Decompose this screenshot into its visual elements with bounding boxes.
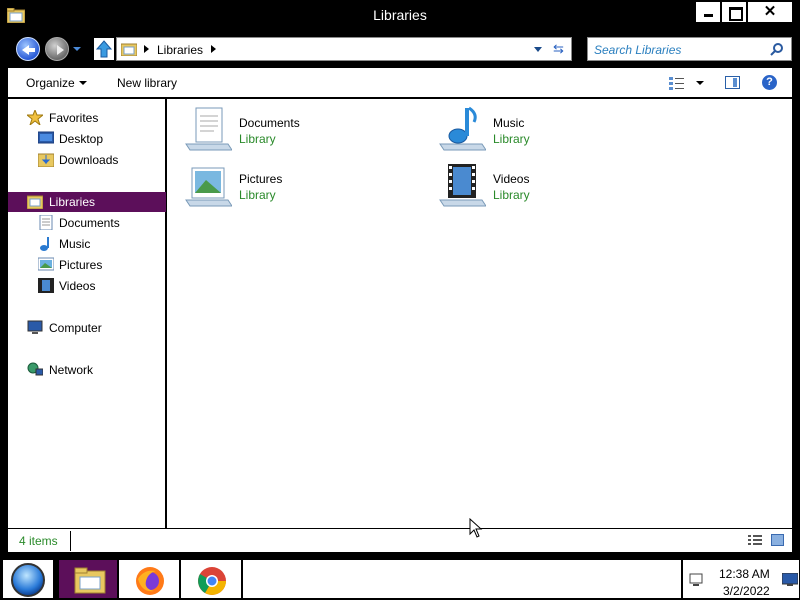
- chrome-icon: [198, 567, 226, 595]
- breadcrumb-libraries[interactable]: Libraries: [157, 43, 203, 57]
- nav-music[interactable]: Music: [8, 234, 166, 254]
- videos-library-icon: [439, 164, 486, 207]
- documents-library-icon: [185, 107, 232, 151]
- taskbar: 12:38 AM 3/2/2022: [0, 557, 800, 600]
- forward-button[interactable]: [45, 37, 69, 61]
- nav-videos[interactable]: Videos: [8, 276, 166, 296]
- videos-icon: [38, 278, 54, 293]
- file-explorer-icon: [74, 567, 106, 594]
- nav-documents-label: Documents: [59, 216, 120, 230]
- address-dropdown-icon[interactable]: [534, 47, 542, 52]
- item-count: 4 items: [19, 534, 58, 548]
- nav-libraries[interactable]: Libraries: [8, 192, 166, 212]
- close-icon: ✕: [763, 3, 777, 20]
- nav-pictures-label: Pictures: [59, 258, 103, 272]
- library-tile-videos[interactable]: Videos Library: [438, 162, 678, 214]
- view-options-dropdown-icon[interactable]: [696, 81, 704, 85]
- nav-favorites[interactable]: Favorites: [8, 108, 166, 128]
- search-icon[interactable]: [770, 42, 784, 56]
- change-view-icon[interactable]: [669, 76, 685, 90]
- nav-downloads-label: Downloads: [59, 153, 119, 167]
- nav-network[interactable]: Network: [8, 360, 166, 380]
- close-button[interactable]: ✕: [748, 2, 792, 22]
- address-bar[interactable]: Libraries ⇆: [116, 37, 572, 61]
- pictures-icon: [38, 257, 54, 271]
- nav-desktop[interactable]: Desktop: [8, 129, 166, 149]
- status-bar: 4 items: [8, 528, 792, 552]
- preview-pane-button[interactable]: [725, 76, 740, 89]
- minimize-button[interactable]: [696, 2, 720, 22]
- nav-libraries-label: Libraries: [49, 195, 96, 209]
- breadcrumb-chevron-icon[interactable]: [211, 45, 216, 53]
- back-button[interactable]: [16, 37, 40, 61]
- library-tile-documents[interactable]: Documents Library: [184, 106, 424, 158]
- start-button[interactable]: [2, 559, 54, 599]
- large-icons-view-icon[interactable]: [771, 534, 784, 546]
- star-icon: [27, 110, 43, 125]
- desktop-icon: [38, 131, 54, 144]
- chevron-down-icon[interactable]: [79, 81, 87, 85]
- nav-videos-label: Videos: [59, 279, 96, 293]
- windows-logo-icon: [11, 563, 45, 597]
- music-library-icon: [439, 106, 486, 151]
- command-bar: Organize New library ?: [8, 68, 792, 98]
- up-button[interactable]: [93, 37, 115, 61]
- music-icon: [40, 237, 49, 251]
- nav-music-label: Music: [59, 237, 91, 251]
- recent-locations-dropdown[interactable]: [73, 47, 81, 51]
- search-input[interactable]: Search Libraries: [587, 37, 792, 61]
- nav-desktop-label: Desktop: [59, 132, 104, 146]
- organize-button[interactable]: Organize: [26, 76, 75, 90]
- taskbar-firefox[interactable]: [118, 559, 180, 599]
- library-name: Videos: [493, 172, 530, 186]
- up-arrow-icon: [95, 40, 113, 58]
- library-type: Library: [239, 188, 276, 202]
- taskbar-file-explorer[interactable]: [58, 559, 118, 599]
- new-library-button[interactable]: New library: [117, 76, 177, 90]
- nav-favorites-label: Favorites: [49, 111, 99, 125]
- nav-computer[interactable]: Computer: [8, 318, 166, 338]
- clock-time[interactable]: 12:38 AM: [719, 567, 770, 581]
- nav-downloads[interactable]: Downloads: [8, 150, 166, 170]
- downloads-icon: [38, 153, 54, 167]
- firefox-icon: [136, 567, 164, 595]
- libraries-folder-icon: [121, 43, 137, 56]
- show-desktop-icon[interactable]: [782, 573, 798, 586]
- system-tray: 12:38 AM 3/2/2022: [682, 559, 800, 599]
- navigation-pane: Favorites Desktop Downloads Libraries Do…: [8, 99, 166, 528]
- library-tile-pictures[interactable]: Pictures Library: [184, 162, 424, 214]
- taskbar-empty-area: [242, 559, 682, 599]
- status-divider: [70, 531, 71, 551]
- breadcrumb-chevron-icon[interactable]: [144, 45, 149, 53]
- network-tray-icon[interactable]: [688, 573, 704, 587]
- help-icon[interactable]: ?: [762, 75, 777, 90]
- nav-pictures[interactable]: Pictures: [8, 255, 166, 275]
- clock-date[interactable]: 3/2/2022: [723, 584, 770, 598]
- library-type: Library: [493, 188, 530, 202]
- library-name: Documents: [239, 116, 300, 130]
- libraries-icon: [27, 195, 43, 209]
- library-name: Pictures: [239, 172, 283, 186]
- pictures-library-icon: [185, 167, 232, 207]
- library-tile-music[interactable]: Music Library: [438, 106, 678, 158]
- nav-documents[interactable]: Documents: [8, 213, 166, 233]
- window-title: Libraries: [373, 7, 427, 23]
- search-placeholder: Search Libraries: [594, 43, 682, 57]
- nav-computer-label: Computer: [49, 321, 102, 335]
- file-view: Documents Library Music Library Pictures…: [167, 99, 792, 528]
- maximize-button[interactable]: [722, 2, 746, 22]
- refresh-icon[interactable]: ⇆: [553, 41, 564, 57]
- library-type: Library: [493, 132, 530, 146]
- taskbar-chrome[interactable]: [180, 559, 242, 599]
- nav-network-label: Network: [49, 363, 94, 377]
- documents-icon: [39, 215, 53, 230]
- library-type: Library: [239, 132, 276, 146]
- computer-icon: [27, 320, 43, 334]
- network-icon: [27, 362, 43, 376]
- details-view-icon[interactable]: [748, 534, 762, 546]
- mouse-cursor-icon: [469, 518, 483, 538]
- title-bar: Libraries ✕: [0, 0, 800, 32]
- library-name: Music: [493, 116, 525, 130]
